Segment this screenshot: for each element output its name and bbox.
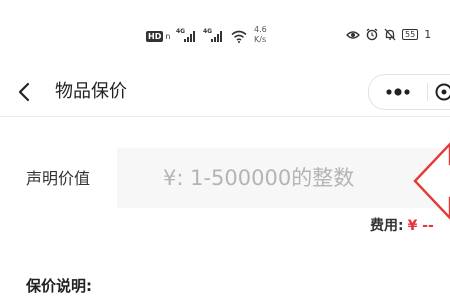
insurance-notes-title: 保价说明: [26, 277, 92, 295]
declared-value-input[interactable] [117, 148, 450, 208]
mini-program-capsule [368, 74, 450, 110]
more-dots-icon [386, 88, 410, 96]
more-button[interactable] [369, 75, 427, 109]
status-icons-right: 55 1 [346, 28, 431, 41]
battery-icon: 55 [402, 29, 419, 40]
alarm-icon [366, 28, 378, 41]
fee-row: 费用: ¥ -- [370, 216, 434, 236]
back-button[interactable] [8, 76, 40, 108]
speed-unit: K/s [254, 35, 267, 44]
eye-icon [346, 30, 360, 39]
wifi-icon [231, 30, 247, 43]
speed-value: 4.6 [254, 25, 267, 34]
hd-label: HD [146, 30, 164, 42]
mute-icon [384, 28, 396, 41]
hd-icon: HD n [146, 30, 170, 42]
fee-label: 费用: [370, 218, 404, 234]
page-title: 物品保价 [55, 81, 127, 102]
screen: HD n 4G 4G 4.6 K/s 55 1 物品保价 声明价值 ¥: 1-5… [0, 0, 450, 300]
network-speed: 4.6 K/s [254, 25, 267, 45]
hd-suffix: n [165, 31, 171, 41]
fee-value: ¥ -- [407, 218, 434, 234]
close-circle-icon[interactable] [435, 83, 450, 101]
nav-bar: 物品保价 [0, 68, 450, 117]
annotation-arrow-icon [413, 142, 450, 220]
chevron-left-icon [18, 82, 30, 102]
status-time: 1 [424, 28, 432, 41]
declared-value-label: 声明价值 [26, 169, 91, 188]
status-bar: HD n 4G 4G 4.6 K/s 55 1 [0, 0, 450, 68]
capsule-divider [427, 83, 428, 101]
